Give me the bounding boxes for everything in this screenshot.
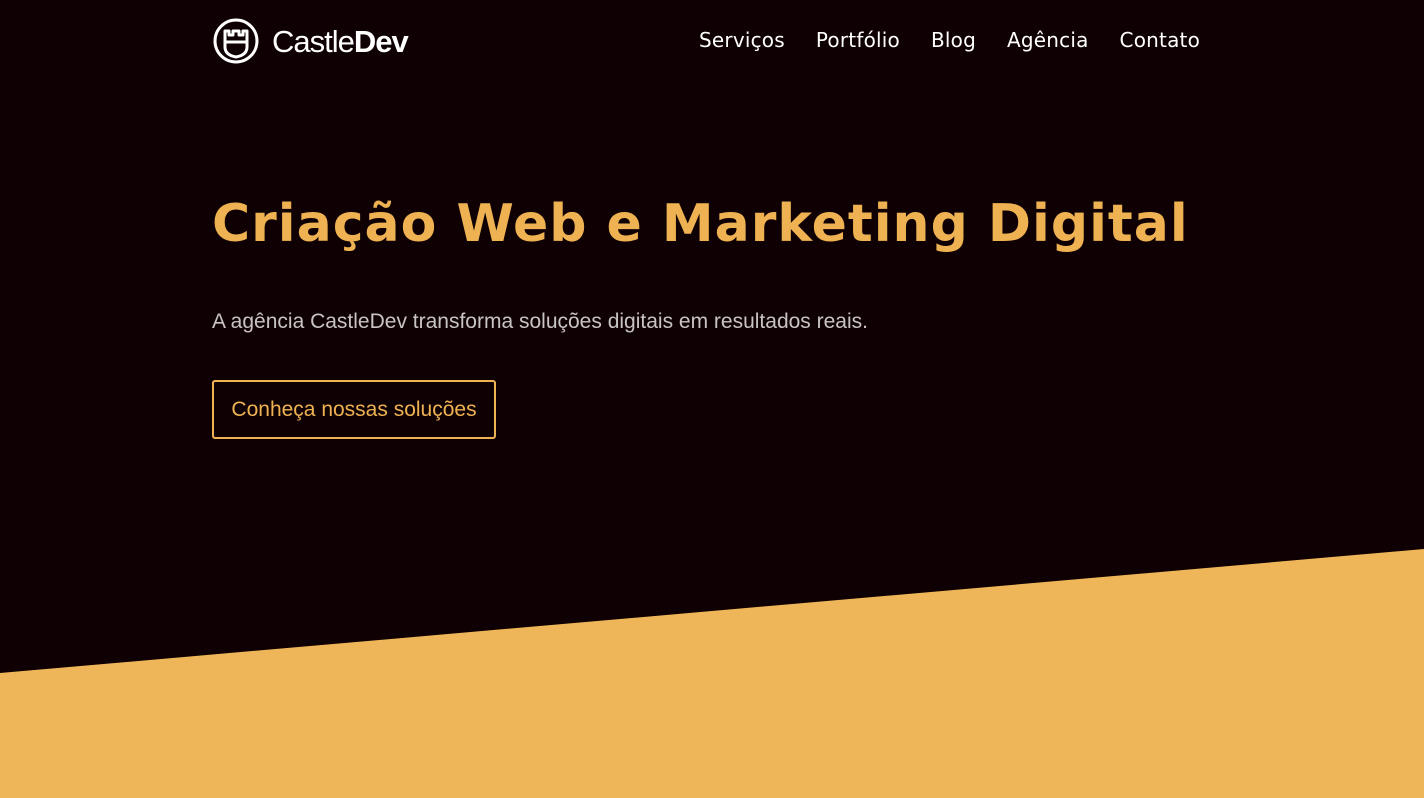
nav-item-blog[interactable]: Blog xyxy=(931,30,976,50)
solutions-cta-button[interactable]: Conheça nossas soluções xyxy=(212,380,496,439)
nav-item-agencia[interactable]: Agência xyxy=(1007,30,1089,50)
nav-item-portfolio[interactable]: Portfólio xyxy=(816,30,900,50)
landing-page: CastleDev Serviços Portfólio Blog Agênci… xyxy=(0,0,1424,798)
logo-name-light: Castle xyxy=(272,23,355,59)
logo-wordmark: CastleDev xyxy=(272,23,409,59)
logo-name-bold: Dev xyxy=(353,23,409,59)
logo-link[interactable]: CastleDev xyxy=(212,18,409,64)
castle-crest-icon xyxy=(213,18,259,64)
site-header: CastleDev Serviços Portfólio Blog Agênci… xyxy=(212,18,1200,68)
main-nav: Serviços Portfólio Blog Agência Contato xyxy=(699,30,1200,50)
hero-title: Criação Web e Marketing Digital xyxy=(212,194,1189,254)
nav-item-contato[interactable]: Contato xyxy=(1120,30,1200,50)
hero-subtitle: A agência CastleDev transforma soluções … xyxy=(212,310,868,333)
nav-item-servicos[interactable]: Serviços xyxy=(699,30,785,50)
